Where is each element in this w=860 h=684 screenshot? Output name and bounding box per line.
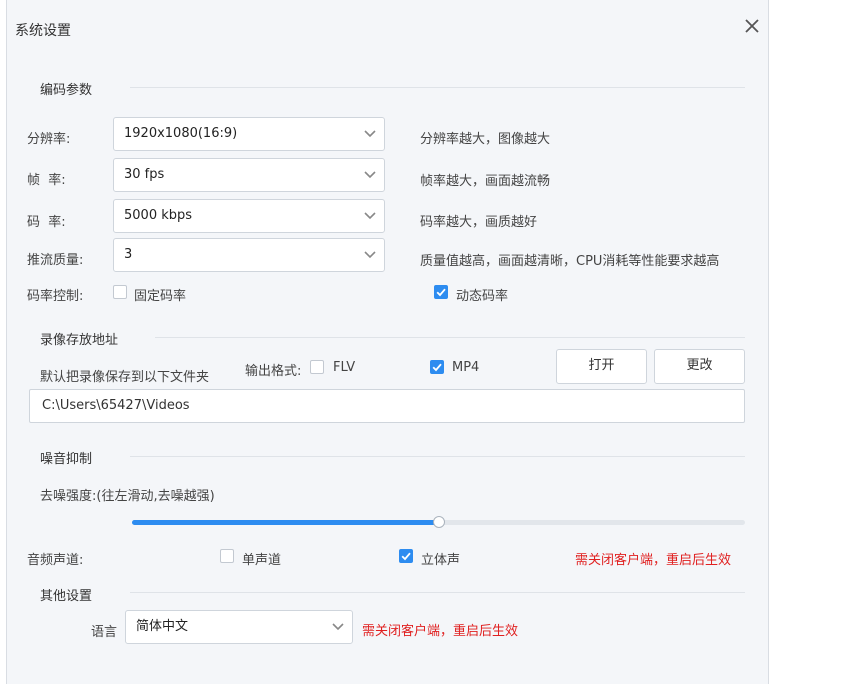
section-title-recording: 录像存放地址 [40, 333, 119, 348]
output-format-label: 输出格式: [245, 364, 302, 379]
fixed-bitrate-checkbox[interactable] [113, 285, 127, 299]
language-label: 语言 [91, 625, 118, 640]
bitrate-label: 码 率: [27, 215, 66, 230]
chevron-down-icon [364, 212, 376, 220]
chevron-down-icon [364, 130, 376, 138]
dynamic-bitrate-label: 动态码率 [456, 289, 509, 304]
noise-strength-label: 去噪强度:(往左滑动,去噪越强) [40, 489, 215, 504]
mp4-label: MP4 [452, 360, 480, 375]
mp4-checkbox[interactable] [430, 360, 444, 374]
quality-value: 3 [124, 247, 133, 262]
open-folder-button[interactable]: 打开 [556, 349, 647, 384]
stereo-label: 立体声 [421, 553, 461, 568]
section-divider [130, 87, 745, 88]
language-value: 简体中文 [136, 619, 189, 634]
framerate-hint: 帧率越大，画面越流畅 [420, 174, 551, 189]
dialog-title: 系统设置 [15, 23, 71, 39]
dynamic-bitrate-checkbox[interactable] [434, 285, 448, 299]
recording-path-field[interactable]: C:\Users\65427\Videos [29, 389, 745, 423]
resolution-hint: 分辨率越大，图像越大 [420, 132, 551, 147]
audio-restart-notice: 需关闭客户端，重启后生效 [575, 553, 732, 568]
audio-channel-label: 音频声道: [27, 553, 84, 568]
language-select[interactable]: 简体中文 [125, 610, 353, 644]
fixed-bitrate-label: 固定码率 [134, 289, 187, 304]
quality-select[interactable]: 3 [113, 238, 385, 272]
stereo-checkbox[interactable] [399, 549, 413, 563]
bitrate-select[interactable]: 5000 kbps [113, 199, 385, 233]
framerate-label: 帧 率: [27, 173, 66, 188]
framerate-select[interactable]: 30 fps [113, 158, 385, 192]
slider-thumb[interactable] [432, 516, 445, 528]
quality-hint: 质量值越高，画面越清晰，CPU消耗等性能要求越高 [420, 254, 720, 269]
recording-desc: 默认把录像保存到以下文件夹 [40, 370, 210, 385]
change-folder-button[interactable]: 更改 [654, 349, 745, 384]
check-icon [436, 288, 446, 297]
section-title-encoding: 编码参数 [40, 83, 93, 98]
section-title-other: 其他设置 [40, 589, 93, 604]
bitrate-hint: 码率越大，画质越好 [420, 215, 538, 230]
check-icon [401, 552, 411, 561]
chevron-down-icon [364, 251, 376, 259]
quality-label: 推流质量: [27, 253, 84, 268]
section-divider [130, 592, 745, 593]
resolution-select[interactable]: 1920x1080(16:9) [113, 117, 385, 151]
language-restart-notice: 需关闭客户端，重启后生效 [362, 624, 519, 639]
flv-label: FLV [333, 360, 356, 375]
resolution-value: 1920x1080(16:9) [124, 126, 238, 141]
bitrate-value: 5000 kbps [124, 208, 193, 223]
close-icon[interactable] [740, 14, 764, 38]
rate-control-label: 码率控制: [27, 289, 84, 304]
framerate-value: 30 fps [124, 167, 165, 182]
settings-dialog: 系统设置 编码参数 分辨率: 1920x1080(16:9) 分辨率越大，图像越… [6, 0, 769, 684]
chevron-down-icon [332, 623, 344, 631]
resolution-label: 分辨率: [27, 132, 71, 147]
section-divider [130, 456, 745, 457]
flv-checkbox[interactable] [310, 360, 324, 374]
section-divider [155, 337, 745, 338]
chevron-down-icon [364, 171, 376, 179]
slider-fill [132, 520, 439, 525]
mono-checkbox[interactable] [220, 549, 234, 563]
check-icon [432, 363, 442, 372]
mono-label: 单声道 [242, 553, 282, 568]
section-title-noise: 噪音抑制 [40, 452, 93, 467]
